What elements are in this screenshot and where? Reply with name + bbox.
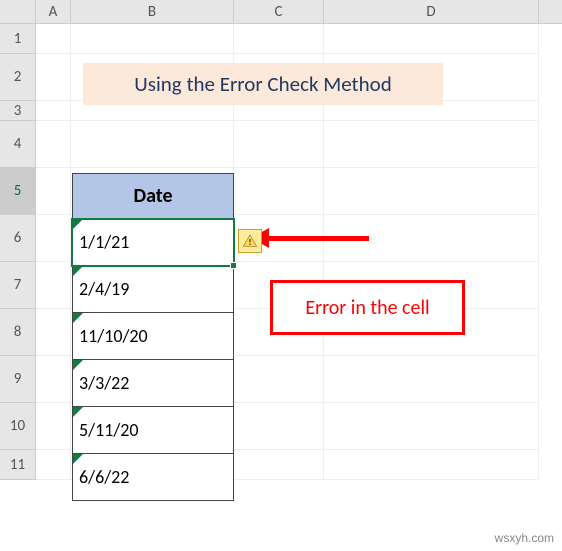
cell[interactable] bbox=[234, 121, 324, 168]
cell-value: 2/4/19 bbox=[79, 278, 129, 300]
error-marker-icon bbox=[73, 360, 83, 370]
row-header-5[interactable]: 5 bbox=[0, 168, 36, 215]
row-header-4[interactable]: 4 bbox=[0, 121, 36, 168]
cell[interactable] bbox=[324, 356, 539, 403]
error-marker-icon bbox=[73, 313, 83, 323]
cell[interactable] bbox=[324, 403, 539, 450]
row-header-11[interactable]: 11 bbox=[0, 450, 36, 480]
row-header-6[interactable]: 6 bbox=[0, 215, 36, 262]
cell-value: 11/10/20 bbox=[79, 325, 148, 347]
column-headers-row: A B C D bbox=[0, 0, 562, 24]
table-row[interactable]: 3/3/22 bbox=[72, 360, 234, 407]
table-header-date[interactable]: Date bbox=[72, 173, 234, 219]
cell[interactable] bbox=[71, 24, 234, 54]
watermark: wsxyh.com bbox=[495, 531, 554, 545]
row-header-9[interactable]: 9 bbox=[0, 356, 36, 403]
table-row[interactable]: 5/11/20 bbox=[72, 407, 234, 454]
cell[interactable] bbox=[234, 403, 324, 450]
select-all-corner[interactable] bbox=[0, 0, 36, 24]
col-header-a[interactable]: A bbox=[36, 0, 71, 23]
cell-value: 3/3/22 bbox=[79, 372, 129, 394]
cell-value: 1/1/21 bbox=[79, 231, 129, 253]
cell[interactable] bbox=[36, 262, 71, 309]
error-marker-icon bbox=[73, 454, 83, 464]
annotation-arrow bbox=[264, 236, 369, 241]
cell[interactable] bbox=[324, 168, 539, 215]
row-header-1[interactable]: 1 bbox=[0, 24, 36, 54]
cell[interactable] bbox=[234, 24, 324, 54]
row-header-2[interactable]: 2 bbox=[0, 54, 36, 101]
cell[interactable] bbox=[234, 450, 324, 480]
cell[interactable] bbox=[324, 121, 539, 168]
annotation-callout: Error in the cell bbox=[270, 280, 465, 335]
cell[interactable] bbox=[234, 356, 324, 403]
table-row[interactable]: 11/10/20 bbox=[72, 313, 234, 360]
cell[interactable] bbox=[36, 24, 71, 54]
row-header-10[interactable]: 10 bbox=[0, 403, 36, 450]
cell[interactable] bbox=[36, 121, 71, 168]
table-row[interactable]: 2/4/19 bbox=[72, 266, 234, 313]
page-title: Using the Error Check Method bbox=[83, 63, 443, 105]
row-header-3[interactable]: 3 bbox=[0, 101, 36, 121]
table-row[interactable]: 6/6/22 bbox=[72, 454, 234, 501]
table-body: 1/1/21 2/4/19 11/10/20 3/3/22 5/11/20 6/… bbox=[72, 219, 234, 501]
cell[interactable] bbox=[36, 309, 71, 356]
cell[interactable] bbox=[36, 101, 71, 121]
col-header-b[interactable]: B bbox=[71, 0, 234, 23]
cell[interactable] bbox=[324, 450, 539, 480]
error-marker-icon bbox=[73, 407, 83, 417]
cell-value: 6/6/22 bbox=[79, 466, 129, 488]
cell[interactable] bbox=[36, 356, 71, 403]
cell[interactable] bbox=[36, 450, 71, 480]
fill-handle[interactable] bbox=[230, 262, 237, 269]
cell[interactable] bbox=[36, 54, 71, 101]
arrow-line bbox=[264, 236, 369, 241]
cell[interactable] bbox=[234, 168, 324, 215]
cell[interactable] bbox=[71, 121, 234, 168]
error-marker-icon bbox=[73, 266, 83, 276]
cell-value: 5/11/20 bbox=[79, 419, 139, 441]
row-header-7[interactable]: 7 bbox=[0, 262, 36, 309]
table-row[interactable]: 1/1/21 bbox=[72, 219, 234, 266]
cell[interactable] bbox=[36, 403, 71, 450]
row-header-8[interactable]: 8 bbox=[0, 309, 36, 356]
col-header-c[interactable]: C bbox=[234, 0, 324, 23]
cell[interactable] bbox=[324, 24, 539, 54]
cell[interactable] bbox=[36, 168, 71, 215]
error-marker-icon bbox=[73, 219, 83, 229]
cell[interactable] bbox=[36, 215, 71, 262]
col-header-d[interactable]: D bbox=[324, 0, 539, 23]
warning-icon bbox=[242, 233, 258, 249]
error-check-button[interactable] bbox=[238, 229, 262, 253]
